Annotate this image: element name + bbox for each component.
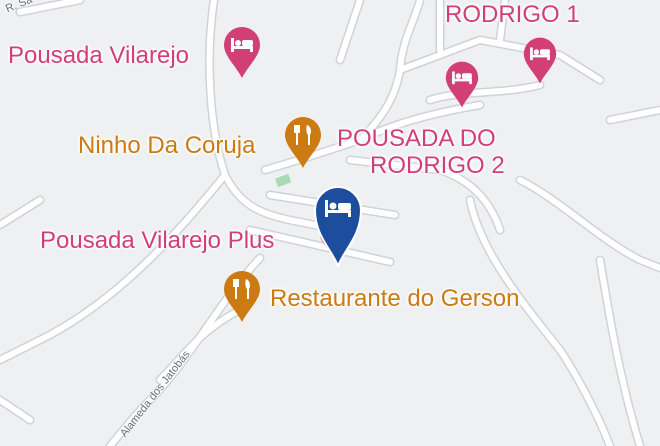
label-pousada-do-rodrigo-2-line1[interactable]: POUSADA DO: [337, 126, 496, 152]
hotel-pin-pousada-vilarejo[interactable]: [222, 26, 262, 80]
selected-location-pin[interactable]: [312, 184, 364, 268]
label-pousada-vilarejo[interactable]: Pousada Vilarejo: [8, 43, 189, 69]
label-rodrigo-1[interactable]: RODRIGO 1: [445, 2, 580, 28]
label-ninho-da-coruja[interactable]: Ninho Da Coruja: [78, 133, 255, 159]
label-pousada-vilarejo-plus[interactable]: Pousada Vilarejo Plus: [40, 228, 274, 254]
label-restaurante-do-gerson[interactable]: Restaurante do Gerson: [270, 286, 519, 312]
label-pousada-do-rodrigo-2-line2[interactable]: RODRIGO 2: [370, 153, 505, 179]
hotel-pin-rodrigo-1[interactable]: [522, 36, 558, 86]
restaurant-pin-restaurante-do-gerson[interactable]: [222, 270, 262, 324]
restaurant-pin-ninho-da-coruja[interactable]: [283, 116, 323, 170]
hotel-pin-pousada-do-rodrigo-2[interactable]: [444, 60, 480, 110]
